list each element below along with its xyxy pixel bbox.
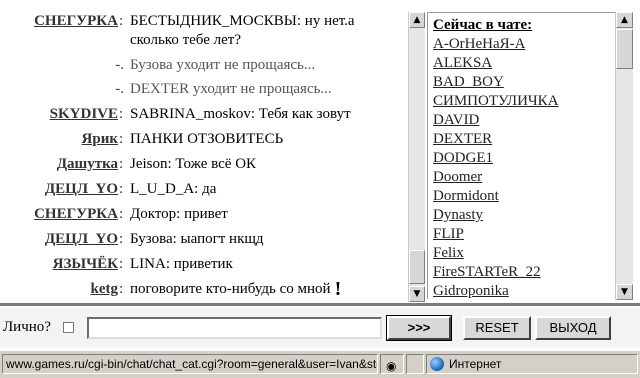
arrow-down-icon[interactable]: ▼ bbox=[616, 284, 633, 300]
user-item[interactable]: Felix bbox=[433, 244, 464, 263]
globe-icon bbox=[430, 357, 444, 371]
scroll-thumb[interactable] bbox=[409, 250, 425, 284]
status-url: www.games.ru/cgi-bin/chat/chat_cat.cgi?r… bbox=[2, 354, 378, 374]
arrow-down-icon[interactable]: ▼ bbox=[409, 286, 425, 302]
message-form: Лично? >>> RESET ВЫХОД bbox=[0, 308, 640, 348]
message-suffix: ! bbox=[334, 278, 342, 300]
message-nick[interactable]: ЯЗЫЧЁК bbox=[0, 255, 118, 274]
empty-cell bbox=[406, 354, 424, 374]
user-item[interactable]: СИМПОТУЛИЧКА bbox=[433, 92, 559, 111]
message-nick[interactable]: Ярик bbox=[0, 130, 118, 149]
message-separator: : bbox=[119, 181, 124, 197]
user-item[interactable]: DODGE1 bbox=[433, 149, 493, 168]
message-text: ПАНКИ ОТЗОВИТЕСЬ bbox=[130, 131, 284, 147]
chat-scrollbar[interactable]: ▲ ▼ bbox=[408, 12, 425, 302]
message-separator: : bbox=[119, 106, 124, 122]
message-text: БЕСТЫДНИК_МОСКВЫ: ну нет.а сколько тебе … bbox=[130, 13, 355, 48]
message-separator: : bbox=[119, 131, 124, 147]
scroll-thumb[interactable] bbox=[616, 29, 633, 69]
status-bar: www.games.ru/cgi-bin/chat/chat_cat.cgi?r… bbox=[0, 350, 640, 378]
message-separator: : bbox=[119, 13, 124, 29]
message-text: Jeison: Тоже всё ОК bbox=[130, 156, 257, 172]
user-list-scrollbar[interactable]: ▲ ▼ bbox=[615, 12, 633, 300]
message-text: Бузова: ыапогт нкщд bbox=[130, 231, 264, 247]
zone-label: Интернет bbox=[449, 357, 502, 371]
private-label: Лично? bbox=[3, 319, 51, 335]
system-text: DEXTER уходит не прощаясь... bbox=[130, 81, 332, 97]
user-item[interactable]: DAVID bbox=[433, 111, 479, 130]
system-prefix: -. bbox=[115, 57, 124, 73]
user-item[interactable]: FireSTARTeR_22 bbox=[433, 263, 541, 282]
security-cell: ◉ bbox=[380, 354, 404, 374]
message-separator: : bbox=[119, 281, 124, 297]
chat-message: СНЕГУРКА : БЕСТЫДНИК_МОСКВЫ: ну нет.а ск… bbox=[0, 12, 408, 52]
chat-log: СНЕГУРКА : БЕСТЫДНИК_МОСКВЫ: ну нет.а ск… bbox=[0, 10, 408, 302]
message-nick[interactable]: Дашутка bbox=[0, 155, 118, 174]
message-nick[interactable]: СНЕГУРКА bbox=[0, 205, 118, 224]
message-nick[interactable]: ДЕЦЛ_YO bbox=[0, 180, 118, 199]
message-text: LINA: приветик bbox=[130, 256, 233, 272]
message-separator: : bbox=[119, 231, 124, 247]
arrow-up-icon[interactable]: ▲ bbox=[616, 12, 633, 28]
private-checkbox[interactable] bbox=[63, 322, 74, 333]
zone-cell: Интернет bbox=[426, 354, 638, 374]
frame-divider[interactable] bbox=[0, 303, 640, 306]
user-item[interactable]: Dormidont bbox=[433, 187, 499, 206]
user-item[interactable]: DEXTER bbox=[433, 130, 492, 149]
user-list-title: Сейчас в чате: bbox=[433, 17, 533, 33]
user-list: Сейчас в чате: A-OrHeHaЯ-A ALEKSA BAD_BO… bbox=[427, 12, 616, 299]
user-item[interactable]: FLIP bbox=[433, 225, 464, 244]
arrow-up-icon[interactable]: ▲ bbox=[409, 12, 425, 28]
reset-button[interactable]: RESET bbox=[463, 316, 531, 340]
message-separator: : bbox=[119, 256, 124, 272]
message-nick[interactable]: SKYDIVE bbox=[0, 105, 118, 124]
message-text: поговорите кто-нибудь со мной! bbox=[130, 278, 406, 300]
message-body: поговорите кто-нибудь со мной bbox=[130, 281, 331, 297]
message-input[interactable] bbox=[87, 317, 382, 339]
user-item[interactable]: Doomer bbox=[433, 168, 482, 187]
message-nick[interactable]: ДЕЦЛ_YO bbox=[0, 230, 118, 249]
user-item[interactable]: Gidroponika bbox=[433, 282, 509, 299]
user-item[interactable]: Dynasty bbox=[433, 206, 483, 225]
user-item[interactable]: A-OrHeHaЯ-A bbox=[433, 35, 525, 54]
user-item[interactable]: BAD_BOY bbox=[433, 73, 504, 92]
message-text: L_U_D_A: да bbox=[130, 181, 217, 197]
send-button[interactable]: >>> bbox=[386, 315, 452, 341]
exit-button[interactable]: ВЫХОД bbox=[535, 316, 611, 340]
message-separator: : bbox=[119, 206, 124, 222]
message-text: Доктор: привет bbox=[130, 206, 228, 222]
eye-icon: ◉ bbox=[386, 359, 397, 373]
message-text: SABRINA_moskov: Тебя как зовут bbox=[130, 106, 351, 122]
user-item[interactable]: ALEKSA bbox=[433, 54, 492, 73]
system-prefix: -. bbox=[115, 81, 124, 97]
system-text: Бузова уходит не прощаясь... bbox=[130, 57, 316, 73]
message-nick[interactable]: ketg bbox=[0, 280, 119, 299]
message-separator: : bbox=[119, 156, 124, 172]
message-nick[interactable]: СНЕГУРКА bbox=[0, 12, 118, 31]
